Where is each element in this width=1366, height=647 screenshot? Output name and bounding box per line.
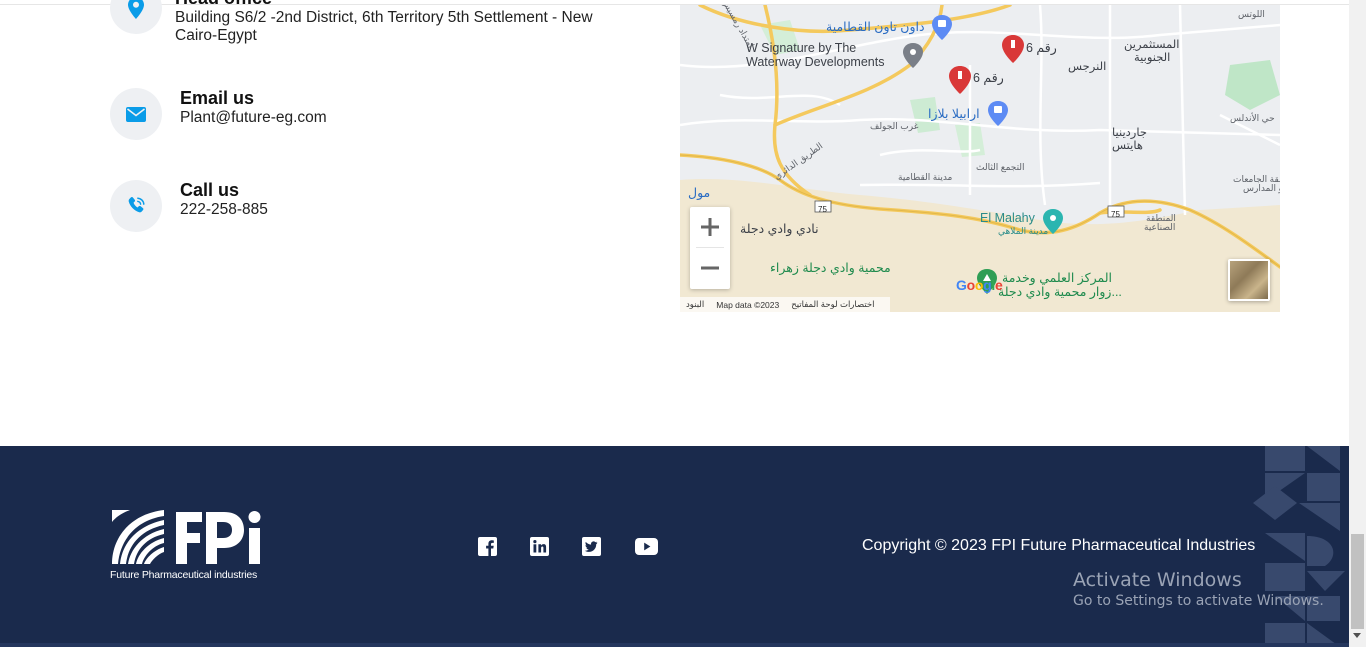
map-label-wadi-degla-reserve: محمية وادي دجلة زهراء — [770, 261, 891, 275]
watermark-subtitle: Go to Settings to activate Windows. — [1073, 593, 1324, 609]
facebook-icon — [477, 536, 497, 556]
contact-email: Email us Plant@future-eg.com — [110, 88, 327, 140]
map-label-wadi-degla-club: نادي وادي دجلة — [740, 222, 819, 236]
location-pin-icon — [128, 0, 144, 19]
map-label-w-signature-2: Waterway Developments — [746, 55, 885, 69]
linkedin-link[interactable] — [529, 536, 549, 556]
decorative-pattern — [1245, 446, 1349, 647]
map-label-gharb-golf: غرب الجولف — [870, 121, 919, 131]
email-title: Email us — [180, 88, 255, 108]
map-label-science-center-2: زوار محمية وادي دجلة... — [998, 285, 1122, 299]
phone-number[interactable]: 222-258-885 — [180, 201, 268, 219]
map-label-narges: النرجس — [1068, 61, 1107, 73]
fpi-logo-tagline: Future Pharmaceutical industries — [110, 569, 258, 581]
satellite-toggle-button[interactable] — [1228, 259, 1270, 301]
head-office-title: Head office — [175, 0, 595, 9]
keyboard-shortcuts-link[interactable]: اختصارات لوحة المفاتيح — [791, 299, 874, 310]
fpi-logo[interactable]: Future Pharmaceutical industries — [110, 508, 270, 584]
map-label-science-center-1: المركز العلمي وخدمة — [1002, 271, 1113, 285]
map-data-label: Map data ©2023 — [716, 299, 780, 310]
watermark-title: Activate Windows — [1073, 569, 1242, 591]
copyright-text: Copyright © 2023 FPI Future Pharmaceutic… — [862, 537, 1256, 554]
windows-activation-watermark: Activate Windows Go to Settings to activ… — [1073, 569, 1324, 611]
head-office-address: Building S6/2 -2nd District, 6th Territo… — [175, 9, 593, 44]
map-terms-link[interactable]: البنود — [686, 299, 704, 310]
page: Head office Building S6/2 -2nd District,… — [0, 0, 1366, 647]
map-label-raqam6-mid: رقم 6 — [973, 71, 1004, 85]
zoom-in-button[interactable] — [690, 207, 730, 247]
map-label-downtown: داون تاون القطامية — [826, 20, 925, 34]
map-label-malahy-ar: مدينة الملاهي — [998, 226, 1049, 236]
road-75-shield-b: 75 — [1111, 210, 1120, 219]
envelope-icon — [126, 106, 146, 122]
scroll-down-arrow-icon[interactable] — [1353, 633, 1361, 638]
map-label-garden-1: جاردينيا — [1112, 127, 1147, 139]
map-attribution: البنود Map data ©2023 اختصارات لوحة المف… — [680, 297, 890, 312]
google-map[interactable]: داون تاون القطامية W Signature by The Wa… — [680, 5, 1280, 312]
email-link[interactable]: Plant@future-eg.com — [180, 109, 327, 127]
road-75-shield-a: 75 — [818, 205, 827, 214]
zoom-out-button[interactable] — [690, 248, 730, 288]
fpi-logo-mark — [112, 510, 261, 564]
youtube-link[interactable] — [634, 536, 658, 556]
map-label-garden-2: هايتس — [1112, 140, 1143, 152]
twitter-icon — [581, 536, 601, 556]
google-logo[interactable]: Google — [956, 277, 1003, 293]
map-label-industrial-2: الصناعية — [1144, 222, 1176, 232]
scrollbar-thumb[interactable] — [1351, 534, 1364, 629]
call-title: Call us — [180, 180, 240, 200]
map-label-el-malahy: El Malahy — [980, 211, 1035, 225]
contact-icon-circle — [110, 88, 162, 140]
zoom-controls — [690, 207, 730, 289]
map-label-mostathmereen-2: الجنوبية — [1134, 52, 1171, 64]
minus-icon — [701, 266, 719, 270]
contact-icon-circle — [110, 180, 162, 232]
map-label-mall: مول — [688, 186, 711, 200]
map-label-mostathmereen-1: المستثمرين — [1124, 39, 1180, 51]
phone-icon — [128, 196, 145, 213]
map-label-lotus: اللوتس — [1238, 9, 1265, 19]
contact-head-office: Head office Building S6/2 -2nd District,… — [110, 0, 595, 45]
linkedin-icon — [529, 536, 549, 556]
map-label-w-signature-1: W Signature by The — [746, 41, 857, 55]
facebook-link[interactable] — [477, 536, 497, 556]
plus-icon — [701, 218, 719, 236]
contact-icon-circle — [110, 0, 162, 34]
youtube-icon — [634, 537, 658, 555]
map-label-andalus: حي الأندلس — [1230, 113, 1275, 123]
map-label-tagamoa: التجمع الثالث — [976, 162, 1025, 172]
map-label-raqam6-top: رقم 6 — [1026, 41, 1057, 55]
map-label-qattamia-city: مدينة القطامية — [898, 172, 953, 182]
site-footer: Future Pharmaceutical industries Copyrig… — [0, 446, 1349, 647]
map-label-universities-2: و المدارس — [1243, 183, 1280, 193]
footer-bottom-strip — [0, 643, 1349, 647]
vertical-scrollbar[interactable] — [1349, 0, 1366, 647]
contact-call: Call us 222-258-885 — [110, 180, 268, 232]
twitter-link[interactable] — [581, 536, 601, 556]
map-label-arabella: ارابيلا بلازا — [928, 107, 980, 121]
